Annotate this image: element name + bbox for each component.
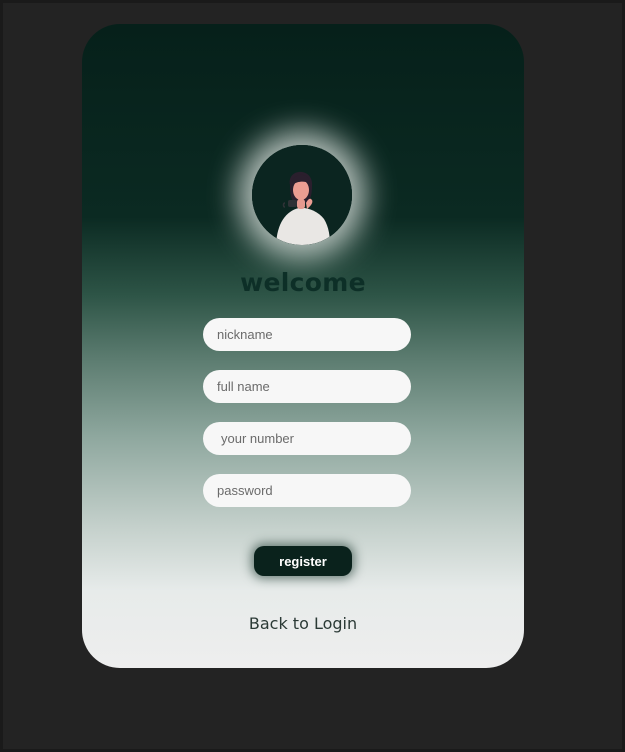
register-card: welcome register Back to Login [82,24,524,668]
avatar [252,145,352,245]
phone-number-input[interactable] [203,422,411,455]
user-avatar-icon [252,145,352,245]
password-input[interactable] [203,474,411,507]
back-to-login-link[interactable]: Back to Login [82,614,524,633]
page-title: welcome [240,268,366,297]
page-background: welcome register Back to Login [0,0,625,752]
nickname-input[interactable] [203,318,411,351]
full-name-input[interactable] [203,370,411,403]
register-button[interactable]: register [254,546,352,576]
